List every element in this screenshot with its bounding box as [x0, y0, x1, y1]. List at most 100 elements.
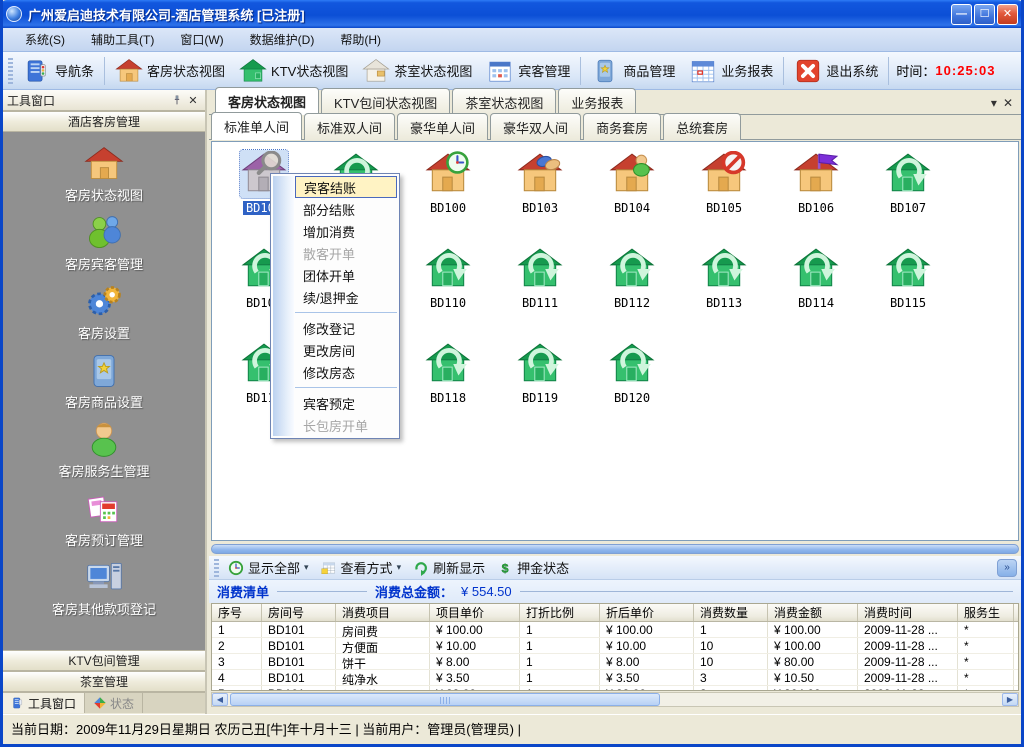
table-cell: 1: [520, 670, 600, 685]
room-type-tab-4[interactable]: 商务套房: [583, 113, 661, 140]
scrollbar-thumb[interactable]: [230, 693, 660, 706]
column-header-8[interactable]: 消费时间: [858, 604, 958, 621]
room-BD118[interactable]: BD118: [402, 338, 494, 433]
room-BD114[interactable]: BD114: [770, 243, 862, 338]
divider: [277, 591, 367, 592]
maximize-button[interactable]: ☐: [974, 4, 995, 25]
sidebar-group-tearoom[interactable]: 茶室管理: [3, 671, 205, 692]
toolbar-button-navigator[interactable]: 导航条: [16, 55, 101, 87]
table-hscrollbar[interactable]: ◀ ▶: [211, 692, 1019, 707]
sidebar-item-5[interactable]: 客房服务生管理: [58, 420, 149, 480]
room-type-tab-1[interactable]: 标准双人间: [304, 113, 395, 140]
toolbar-button-goods[interactable]: 商品管理: [584, 55, 682, 87]
context-menu-item-0[interactable]: 宾客结账: [295, 176, 397, 198]
toolbar-overflow-button[interactable]: »: [997, 559, 1017, 577]
tab-KTV包间状态视图[interactable]: KTV包间状态视图: [321, 88, 450, 115]
room-type-tab-5[interactable]: 总统套房: [663, 113, 741, 140]
room-type-tab-0[interactable]: 标准单人间: [211, 112, 302, 140]
scroll-left-icon[interactable]: ◀: [212, 693, 228, 706]
menu-item-0[interactable]: 系统(S): [13, 28, 77, 51]
room-label: BD118: [427, 391, 469, 405]
bottom-toolbar-button-2[interactable]: 刷新显示: [407, 556, 491, 579]
pin-icon[interactable]: [169, 93, 185, 108]
room-BD105[interactable]: BD105: [678, 148, 770, 243]
toolbar-button-report[interactable]: 业务报表: [682, 55, 780, 87]
tab-茶室状态视图[interactable]: 茶室状态视图: [452, 88, 556, 115]
column-header-9[interactable]: 服务生: [958, 604, 1014, 621]
column-header-5[interactable]: 折后单价: [600, 604, 694, 621]
column-header-2[interactable]: 消费项目: [336, 604, 430, 621]
room-BD103[interactable]: BD103: [494, 148, 586, 243]
room-BD113[interactable]: BD113: [678, 243, 770, 338]
room-BD112[interactable]: BD112: [586, 243, 678, 338]
toolbar-gripper[interactable]: [214, 559, 219, 577]
menu-item-3[interactable]: 数据维护(D): [238, 28, 327, 51]
tab-客房状态视图[interactable]: 客房状态视图: [215, 87, 319, 115]
room-BD119[interactable]: BD119: [494, 338, 586, 433]
room-BD104[interactable]: BD104: [586, 148, 678, 243]
room-BD120[interactable]: BD120: [586, 338, 678, 433]
room-panel-hscrollbar[interactable]: [211, 544, 1019, 554]
column-header-6[interactable]: 消费数量: [694, 604, 768, 621]
column-header-3[interactable]: 项目单价: [430, 604, 520, 621]
tab-dropdown-icon[interactable]: ▾: [991, 96, 997, 110]
table-row[interactable]: 5BD101红葡萄酒¥ 88.001¥ 88.003¥ 264.002009-1…: [212, 686, 1018, 691]
titlebar: 广州爱启迪技术有限公司-酒店管理系统 [已注册] — ☐ ✕: [0, 0, 1024, 28]
toolbar-button-calendar[interactable]: 宾客管理: [479, 55, 577, 87]
context-menu-item-9[interactable]: 修改房态: [295, 361, 397, 383]
menu-item-4[interactable]: 帮助(H): [328, 28, 393, 51]
room-BD111[interactable]: BD111: [494, 243, 586, 338]
room-type-tab-3[interactable]: 豪华双人间: [490, 113, 581, 140]
table-row[interactable]: 3BD101饼干¥ 8.001¥ 8.0010¥ 80.002009-11-28…: [212, 654, 1018, 670]
context-menu-item-1[interactable]: 部分结账: [295, 198, 397, 220]
sidebar-item-6[interactable]: 客房预订管理: [65, 489, 143, 549]
room-BD107[interactable]: BD107: [862, 148, 954, 243]
room-label: BD100: [427, 201, 469, 215]
close-icon[interactable]: ✕: [185, 93, 201, 108]
toolbar-gripper[interactable]: [8, 58, 13, 84]
toolbar-button-house-green[interactable]: KTV状态视图: [232, 55, 355, 87]
table-cell: 方便面: [336, 638, 430, 653]
sidebar-bottom-tab-0[interactable]: 工具窗口: [3, 693, 85, 713]
tab-close-icon[interactable]: ✕: [1003, 96, 1013, 110]
context-menu-item-11[interactable]: 宾客预定: [295, 392, 397, 414]
column-header-0[interactable]: 序号: [212, 604, 262, 621]
bottom-toolbar-button-3[interactable]: $押金状态: [491, 556, 575, 579]
column-header-4[interactable]: 打折比例: [520, 604, 600, 621]
context-menu-item-2[interactable]: 增加消费: [295, 220, 397, 242]
tab-业务报表[interactable]: 业务报表: [558, 88, 636, 115]
sidebar-item-1[interactable]: 客房状态视图: [65, 144, 143, 204]
column-header-7[interactable]: 消费金额: [768, 604, 858, 621]
close-button[interactable]: ✕: [997, 4, 1018, 25]
bottom-toolbar-button-1[interactable]: 查看方式▾: [315, 556, 408, 579]
window-title: 广州爱启迪技术有限公司-酒店管理系统 [已注册]: [28, 5, 951, 24]
menu-item-2[interactable]: 窗口(W): [168, 28, 235, 51]
toolbar-button-house-red[interactable]: 客房状态视图: [108, 55, 232, 87]
context-menu-item-4[interactable]: 团体开单: [295, 264, 397, 286]
sidebar-item-3[interactable]: 客房设置: [78, 282, 130, 342]
menu-item-1[interactable]: 辅助工具(T): [79, 28, 166, 51]
sidebar-bottom-tab-1[interactable]: 状态: [85, 693, 143, 713]
table-row[interactable]: 2BD101方便面¥ 10.001¥ 10.0010¥ 100.002009-1…: [212, 638, 1018, 654]
room-type-tab-2[interactable]: 豪华单人间: [397, 113, 488, 140]
context-menu-item-8[interactable]: 更改房间: [295, 339, 397, 361]
toolbar-button-house-white[interactable]: 茶室状态视图: [355, 55, 479, 87]
context-menu-item-5[interactable]: 续/退押金: [295, 286, 397, 308]
sidebar-group-hotel-rooms[interactable]: 酒店客房管理: [3, 111, 205, 132]
minimize-button[interactable]: —: [951, 4, 972, 25]
column-header-1[interactable]: 房间号: [262, 604, 336, 621]
table-row[interactable]: 4BD101纯净水¥ 3.501¥ 3.503¥ 10.502009-11-28…: [212, 670, 1018, 686]
room-BD106[interactable]: BD106: [770, 148, 862, 243]
sidebar-item-7[interactable]: 客房其他款项登记: [52, 558, 156, 618]
context-menu-item-7[interactable]: 修改登记: [295, 317, 397, 339]
room-BD115[interactable]: BD115: [862, 243, 954, 338]
sidebar-group-ktv[interactable]: KTV包间管理: [3, 650, 205, 671]
table-row[interactable]: 1BD101房间费¥ 100.001¥ 100.001¥ 100.002009-…: [212, 622, 1018, 638]
room-BD110[interactable]: BD110: [402, 243, 494, 338]
sidebar-item-4[interactable]: 客房商品设置: [65, 351, 143, 411]
toolbar-button-exit[interactable]: 退出系统: [787, 55, 885, 87]
bottom-toolbar-button-0[interactable]: 显示全部▾: [222, 556, 315, 579]
sidebar-item-2[interactable]: 客房宾客管理: [65, 213, 143, 273]
room-BD100[interactable]: BD100: [402, 148, 494, 243]
scroll-right-icon[interactable]: ▶: [1002, 693, 1018, 706]
